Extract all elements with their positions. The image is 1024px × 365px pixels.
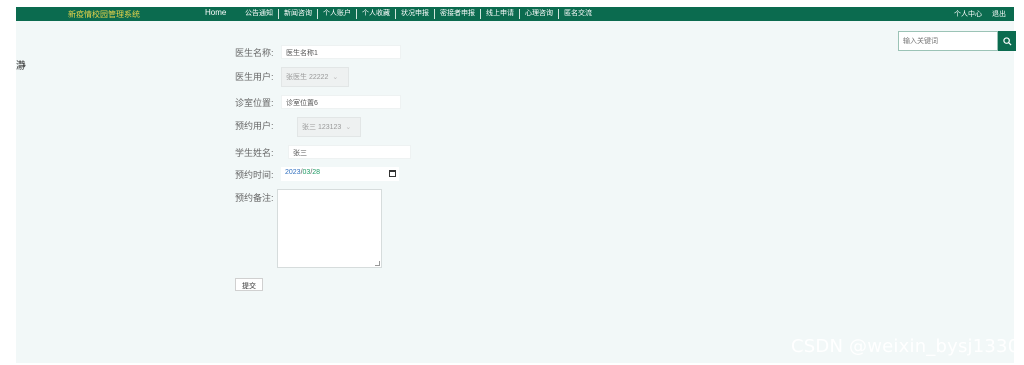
nav-item-announcement[interactable]: 公告通知 <box>240 9 278 19</box>
top-nav-bar: 新疫情校园管理系统 Home 公告通知 新闻咨询 个人账户 个人收藏 状况申报 … <box>16 7 1014 21</box>
student-name-field[interactable]: 张三 <box>288 145 411 159</box>
user-links: 个人中心 退出 <box>954 9 1006 19</box>
brand-title: 新疫情校园管理系统 <box>68 10 140 19</box>
chevron-down-icon: ⌄ <box>332 74 339 81</box>
appointment-date-input[interactable]: 2023/03/28 <box>281 167 399 181</box>
search-button[interactable] <box>998 31 1016 51</box>
appointment-note-textarea[interactable] <box>277 189 382 268</box>
doctor-name-field[interactable]: 医生名称1 <box>281 45 401 59</box>
nav-item-online-apply[interactable]: 线上申请 <box>481 9 519 19</box>
clinic-location-label: 诊室位置: <box>235 98 274 108</box>
doctor-user-label: 医生用户: <box>235 72 274 82</box>
appointment-user-select[interactable]: 张三 123123 ⌄ <box>297 117 361 137</box>
doctor-user-select[interactable]: 张医生 22222 ⌄ <box>281 67 349 87</box>
submit-button[interactable]: 提交 <box>235 278 263 291</box>
nav-item-counseling[interactable]: 心理咨询 <box>520 9 558 19</box>
nav-home[interactable]: Home <box>205 8 226 17</box>
nav-item-account[interactable]: 个人账户 <box>318 9 356 19</box>
nav-item-news[interactable]: 新闻咨询 <box>279 9 317 19</box>
side-label: 瀞 <box>16 61 26 72</box>
nav-item-anonymous-chat[interactable]: 匿名交流 <box>559 9 597 19</box>
nav-item-status-report[interactable]: 状况申报 <box>396 9 434 19</box>
date-year: 2023 <box>285 169 301 176</box>
clinic-location-field[interactable]: 诊室位置6 <box>281 95 401 109</box>
nav-item-favorites[interactable]: 个人收藏 <box>357 9 395 19</box>
nav-item-contact-report[interactable]: 密接者申报 <box>435 9 480 19</box>
doctor-user-value: 张医生 22222 <box>286 74 329 81</box>
nav-menu: 公告通知 新闻咨询 个人账户 个人收藏 状况申报 密接者申报 线上申请 心理咨询… <box>240 9 597 19</box>
watermark-text: CSDN @weixin_bysj1330 <box>791 336 1020 357</box>
appointment-note-label: 预约备注: <box>235 193 274 203</box>
appointment-user-label: 预约用户: <box>235 121 274 131</box>
appointment-time-label: 预约时间: <box>235 170 274 180</box>
logout-link[interactable]: 退出 <box>992 9 1006 19</box>
personal-center-link[interactable]: 个人中心 <box>954 9 982 19</box>
chevron-down-icon: ⌄ <box>345 124 352 131</box>
doctor-name-label: 医生名称: <box>235 48 274 58</box>
date-day: 28 <box>312 169 321 176</box>
student-name-label: 学生姓名: <box>235 148 274 158</box>
main-content: 瀞 医生名称: 医生名称1 医生用户: 张医生 22222 ⌄ 诊室位置: 诊室… <box>16 21 1019 363</box>
search-input[interactable] <box>898 31 998 51</box>
resize-handle-icon[interactable] <box>375 261 380 266</box>
search-icon <box>1002 36 1012 46</box>
appointment-user-value: 张三 123123 <box>302 124 342 131</box>
calendar-icon[interactable] <box>389 170 396 177</box>
